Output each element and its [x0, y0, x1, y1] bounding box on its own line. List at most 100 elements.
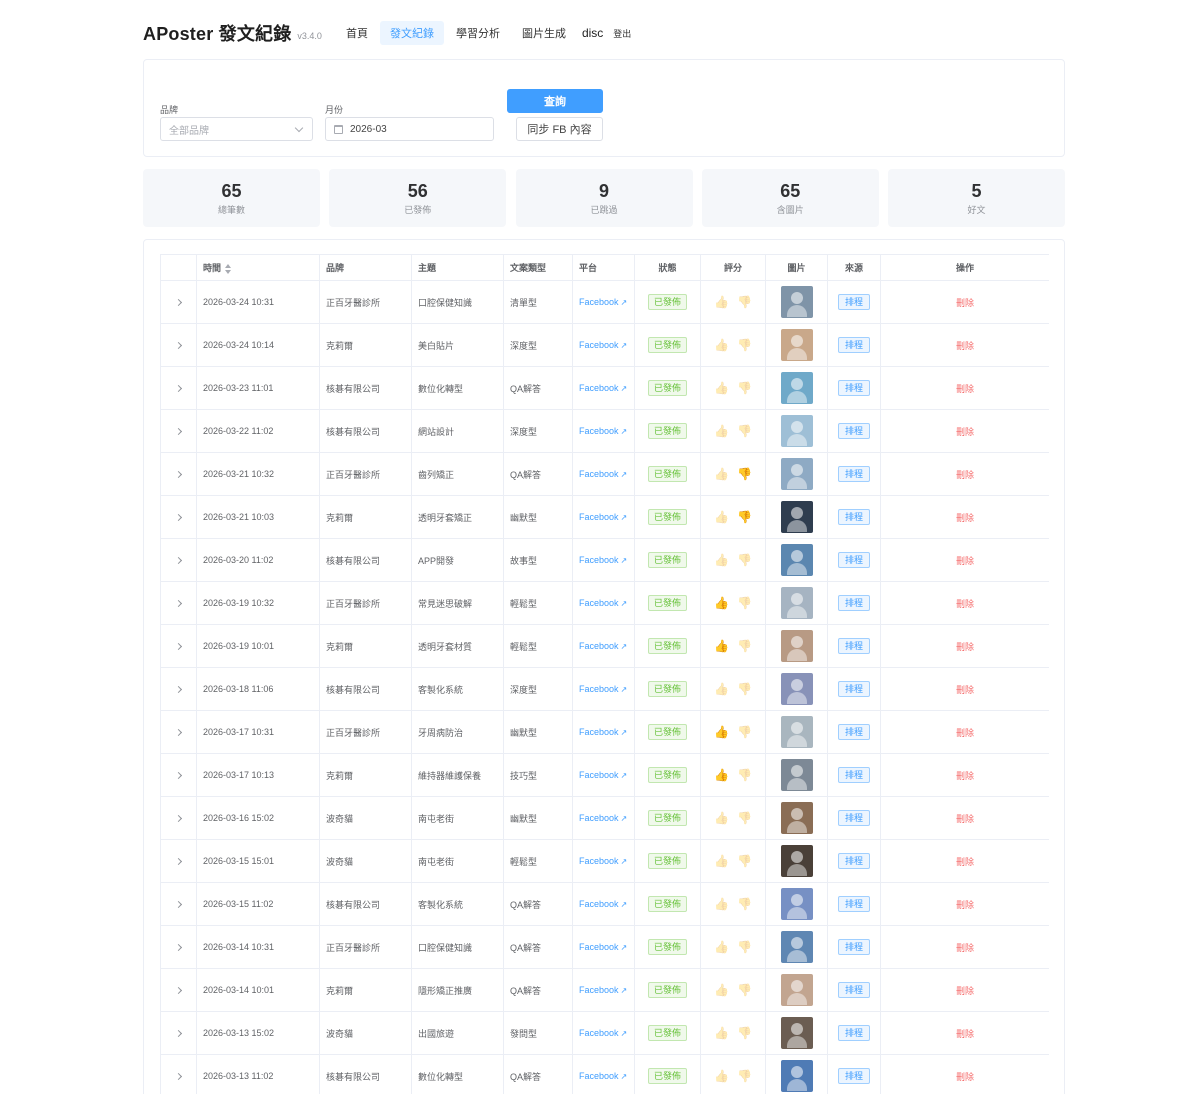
thumbs-down-icon[interactable]: 👎 [737, 811, 752, 825]
thumbs-up-icon[interactable]: 👍 [714, 983, 729, 997]
chevron-right-icon[interactable] [174, 1029, 183, 1038]
post-image-thumbnail[interactable] [780, 716, 813, 748]
delete-button[interactable]: 刪除 [956, 728, 974, 738]
sort-icon[interactable] [225, 263, 232, 274]
source-badge[interactable]: 排程 [837, 982, 870, 998]
facebook-link[interactable]: Facebook ↗ [579, 856, 627, 866]
facebook-link[interactable]: Facebook ↗ [579, 469, 627, 479]
thumbs-down-icon[interactable]: 👎 [737, 510, 752, 524]
chevron-right-icon[interactable] [174, 857, 183, 866]
chevron-right-icon[interactable] [174, 685, 183, 694]
month-picker[interactable]: 2026-03 [325, 117, 494, 141]
source-badge[interactable]: 排程 [837, 896, 870, 912]
source-badge[interactable]: 排程 [837, 509, 870, 525]
delete-button[interactable]: 刪除 [956, 470, 974, 480]
chevron-right-icon[interactable] [174, 986, 183, 995]
facebook-link[interactable]: Facebook ↗ [579, 383, 627, 393]
post-image-thumbnail[interactable] [780, 673, 813, 705]
chevron-right-icon[interactable] [174, 728, 183, 737]
chevron-right-icon[interactable] [174, 556, 183, 565]
thumbs-up-icon[interactable]: 👍 [714, 596, 729, 610]
facebook-link[interactable]: Facebook ↗ [579, 942, 627, 952]
delete-button[interactable]: 刪除 [956, 685, 974, 695]
chevron-right-icon[interactable] [174, 814, 183, 823]
facebook-link[interactable]: Facebook ↗ [579, 426, 627, 436]
thumbs-down-icon[interactable]: 👎 [737, 682, 752, 696]
query-button[interactable]: 查詢 [507, 89, 603, 113]
facebook-link[interactable]: Facebook ↗ [579, 512, 627, 522]
facebook-link[interactable]: Facebook ↗ [579, 598, 627, 608]
thumbs-down-icon[interactable]: 👎 [737, 940, 752, 954]
source-badge[interactable]: 排程 [837, 380, 870, 396]
post-image-thumbnail[interactable] [780, 845, 813, 877]
thumbs-up-icon[interactable]: 👍 [714, 811, 729, 825]
chevron-right-icon[interactable] [174, 771, 183, 780]
facebook-link[interactable]: Facebook ↗ [579, 899, 627, 909]
header-time[interactable]: 時間 [196, 254, 320, 281]
delete-button[interactable]: 刪除 [956, 427, 974, 437]
source-badge[interactable]: 排程 [837, 681, 870, 697]
source-badge[interactable]: 排程 [837, 853, 870, 869]
thumbs-down-icon[interactable]: 👎 [737, 768, 752, 782]
facebook-link[interactable]: Facebook ↗ [579, 1071, 627, 1081]
chevron-right-icon[interactable] [174, 1072, 183, 1081]
thumbs-down-icon[interactable]: 👎 [737, 1069, 752, 1083]
thumbs-up-icon[interactable]: 👍 [714, 897, 729, 911]
facebook-link[interactable]: Facebook ↗ [579, 727, 627, 737]
chevron-right-icon[interactable] [174, 427, 183, 436]
thumbs-up-icon[interactable]: 👍 [714, 424, 729, 438]
thumbs-up-icon[interactable]: 👍 [714, 768, 729, 782]
post-image-thumbnail[interactable] [780, 931, 813, 963]
thumbs-up-icon[interactable]: 👍 [714, 1026, 729, 1040]
post-image-thumbnail[interactable] [780, 458, 813, 490]
facebook-link[interactable]: Facebook ↗ [579, 297, 627, 307]
chevron-right-icon[interactable] [174, 470, 183, 479]
post-image-thumbnail[interactable] [780, 286, 813, 318]
thumbs-down-icon[interactable]: 👎 [737, 639, 752, 653]
brand-select[interactable]: 全部品牌 [160, 117, 313, 141]
delete-button[interactable]: 刪除 [956, 943, 974, 953]
thumbs-up-icon[interactable]: 👍 [714, 553, 729, 567]
source-badge[interactable]: 排程 [837, 724, 870, 740]
post-image-thumbnail[interactable] [780, 974, 813, 1006]
delete-button[interactable]: 刪除 [956, 384, 974, 394]
thumbs-up-icon[interactable]: 👍 [714, 1069, 729, 1083]
post-image-thumbnail[interactable] [780, 544, 813, 576]
source-badge[interactable]: 排程 [837, 294, 870, 310]
source-badge[interactable]: 排程 [837, 595, 870, 611]
source-badge[interactable]: 排程 [837, 1068, 870, 1084]
facebook-link[interactable]: Facebook ↗ [579, 641, 627, 651]
delete-button[interactable]: 刪除 [956, 556, 974, 566]
thumbs-down-icon[interactable]: 👎 [737, 1026, 752, 1040]
source-badge[interactable]: 排程 [837, 337, 870, 353]
facebook-link[interactable]: Facebook ↗ [579, 1028, 627, 1038]
delete-button[interactable]: 刪除 [956, 857, 974, 867]
facebook-link[interactable]: Facebook ↗ [579, 770, 627, 780]
delete-button[interactable]: 刪除 [956, 599, 974, 609]
chevron-right-icon[interactable] [174, 642, 183, 651]
facebook-link[interactable]: Facebook ↗ [579, 985, 627, 995]
delete-button[interactable]: 刪除 [956, 900, 974, 910]
post-image-thumbnail[interactable] [780, 1017, 813, 1049]
thumbs-up-icon[interactable]: 👍 [714, 639, 729, 653]
facebook-link[interactable]: Facebook ↗ [579, 684, 627, 694]
source-badge[interactable]: 排程 [837, 1025, 870, 1041]
delete-button[interactable]: 刪除 [956, 341, 974, 351]
thumbs-up-icon[interactable]: 👍 [714, 682, 729, 696]
thumbs-down-icon[interactable]: 👎 [737, 295, 752, 309]
thumbs-down-icon[interactable]: 👎 [737, 983, 752, 997]
source-badge[interactable]: 排程 [837, 638, 870, 654]
post-image-thumbnail[interactable] [780, 1060, 813, 1092]
source-badge[interactable]: 排程 [837, 466, 870, 482]
delete-button[interactable]: 刪除 [956, 1029, 974, 1039]
chevron-right-icon[interactable] [174, 513, 183, 522]
source-badge[interactable]: 排程 [837, 423, 870, 439]
thumbs-up-icon[interactable]: 👍 [714, 940, 729, 954]
thumbs-up-icon[interactable]: 👍 [714, 381, 729, 395]
thumbs-up-icon[interactable]: 👍 [714, 725, 729, 739]
thumbs-up-icon[interactable]: 👍 [714, 467, 729, 481]
post-image-thumbnail[interactable] [780, 587, 813, 619]
chevron-right-icon[interactable] [174, 341, 183, 350]
facebook-link[interactable]: Facebook ↗ [579, 340, 627, 350]
post-image-thumbnail[interactable] [780, 372, 813, 404]
